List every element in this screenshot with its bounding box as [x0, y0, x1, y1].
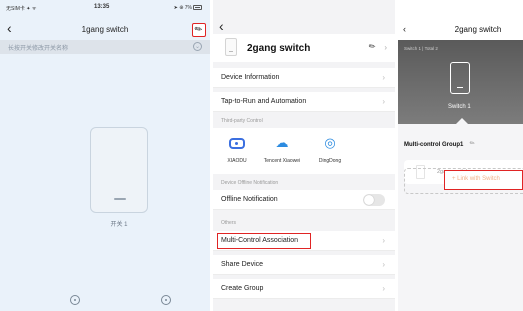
row-device-information[interactable]: Device Information › — [213, 68, 395, 88]
offline-toggle[interactable] — [363, 194, 385, 206]
chevron-right-icon: › — [382, 284, 385, 293]
chevron-right-icon: › — [382, 236, 385, 245]
bottom-bar — [0, 290, 210, 311]
pencil-icon[interactable]: ✎ — [367, 41, 378, 52]
device-header[interactable]: 2gang switch ✎ › — [213, 34, 395, 62]
third-party-tencent[interactable]: ☁ Tencent Xiaowei — [260, 134, 304, 164]
row-label: Multi-Control Association — [221, 237, 299, 244]
row-share-device[interactable]: Share Device › — [213, 255, 395, 275]
panel-multi-control: ‹ 2gang switch Switch 1 | Total 2 Switch… — [398, 0, 523, 311]
status-indicators: ➤ ⊕ 7% — [173, 5, 192, 11]
row-label: Offline Notification — [221, 196, 278, 203]
third-party-row: XIAODU ☁ Tencent Xiaowei ◎ DingDong — [213, 128, 395, 174]
device-icon — [225, 38, 237, 56]
row-label: Tap-to-Run and Automation — [221, 98, 307, 105]
status-right: ➤ ⊕ 7% — [174, 5, 202, 11]
row-offline-notification: Offline Notification — [213, 190, 395, 210]
status-time: 13:35 — [94, 4, 110, 10]
section-third-party: Third-party Control — [221, 118, 263, 124]
pencil-icon: ✎ — [192, 22, 205, 36]
panel-1gang-switch: 无SIM卡 ✦ ᯤ 13:35 ➤ ⊕ 7% ‹ 1gang switch ✎ … — [0, 0, 210, 311]
edit-button[interactable]: ✎ — [192, 23, 206, 37]
chevron-right-icon: › — [382, 260, 385, 269]
page-title: 1gang switch — [81, 25, 129, 34]
switch-indicator — [114, 198, 126, 200]
chevron-left-icon[interactable]: ‹ — [219, 19, 224, 33]
row-create-group[interactable]: Create Group › — [213, 279, 395, 299]
status-bar: 无SIM卡 ✦ ᯤ 13:35 ➤ ⊕ 7% — [0, 4, 210, 14]
hint-text: 长按开关修改开关名称 — [8, 46, 69, 52]
clock-icon[interactable] — [70, 295, 80, 305]
pencil-icon[interactable]: ✎ — [468, 139, 477, 148]
panel-device-settings: ‹ 2gang switch ✎ › Device Information › … — [213, 0, 395, 311]
row-label: Create Group — [221, 285, 264, 292]
row-label: Share Device — [221, 261, 264, 268]
dingdong-icon: ◎ — [324, 135, 336, 150]
chevron-right-icon: › — [382, 97, 385, 106]
selection-pointer — [456, 118, 468, 124]
row-tap-to-run[interactable]: Tap-to-Run and Automation › — [213, 92, 395, 112]
switch-preview: Switch 1 | Total 2 Switch 1 — [398, 40, 523, 124]
chevron-down-icon[interactable]: ⌄ — [193, 42, 202, 51]
chevron-right-icon: › — [382, 73, 385, 82]
third-party-name: DingDong — [318, 158, 342, 164]
cloud-icon: ☁ — [275, 135, 289, 150]
switch-label: 开关 1 — [110, 222, 128, 228]
section-others: Others — [221, 220, 237, 226]
chevron-right-icon: › — [384, 43, 387, 52]
row-multi-control[interactable]: Multi-Control Association › — [213, 231, 395, 251]
third-party-name: XIAODU — [227, 158, 247, 164]
switch-icon[interactable] — [450, 62, 470, 94]
device-name: 2gang switch — [247, 43, 311, 54]
section-offline: Device Offline Notification — [221, 180, 279, 186]
row-label: Device Information — [221, 74, 280, 81]
link-with-switch-button[interactable]: + Link with Switch — [444, 170, 523, 190]
header-bar — [398, 0, 523, 40]
timer-icon[interactable] — [161, 295, 171, 305]
hint-banner[interactable]: 长按开关修改开关名称 ⌄ — [0, 40, 210, 54]
page-title: 2gang switch — [454, 25, 502, 34]
battery-icon — [193, 5, 202, 11]
third-party-dingdong[interactable]: ◎ DingDong — [308, 134, 352, 164]
xiaodu-icon — [229, 138, 245, 150]
switch-button[interactable] — [90, 127, 148, 213]
link-label: + Link with Switch — [452, 176, 500, 182]
third-party-name: Tencent Xiaowei — [263, 158, 301, 164]
group-title: Multi-control Group1 — [404, 142, 464, 148]
switch-label: Switch 1 — [448, 104, 471, 110]
third-party-xiaodu[interactable]: XIAODU — [215, 134, 259, 164]
switch-count: Switch 1 | Total 2 — [404, 46, 438, 51]
status-carrier: 无SIM卡 ✦ ᯤ — [6, 6, 37, 12]
